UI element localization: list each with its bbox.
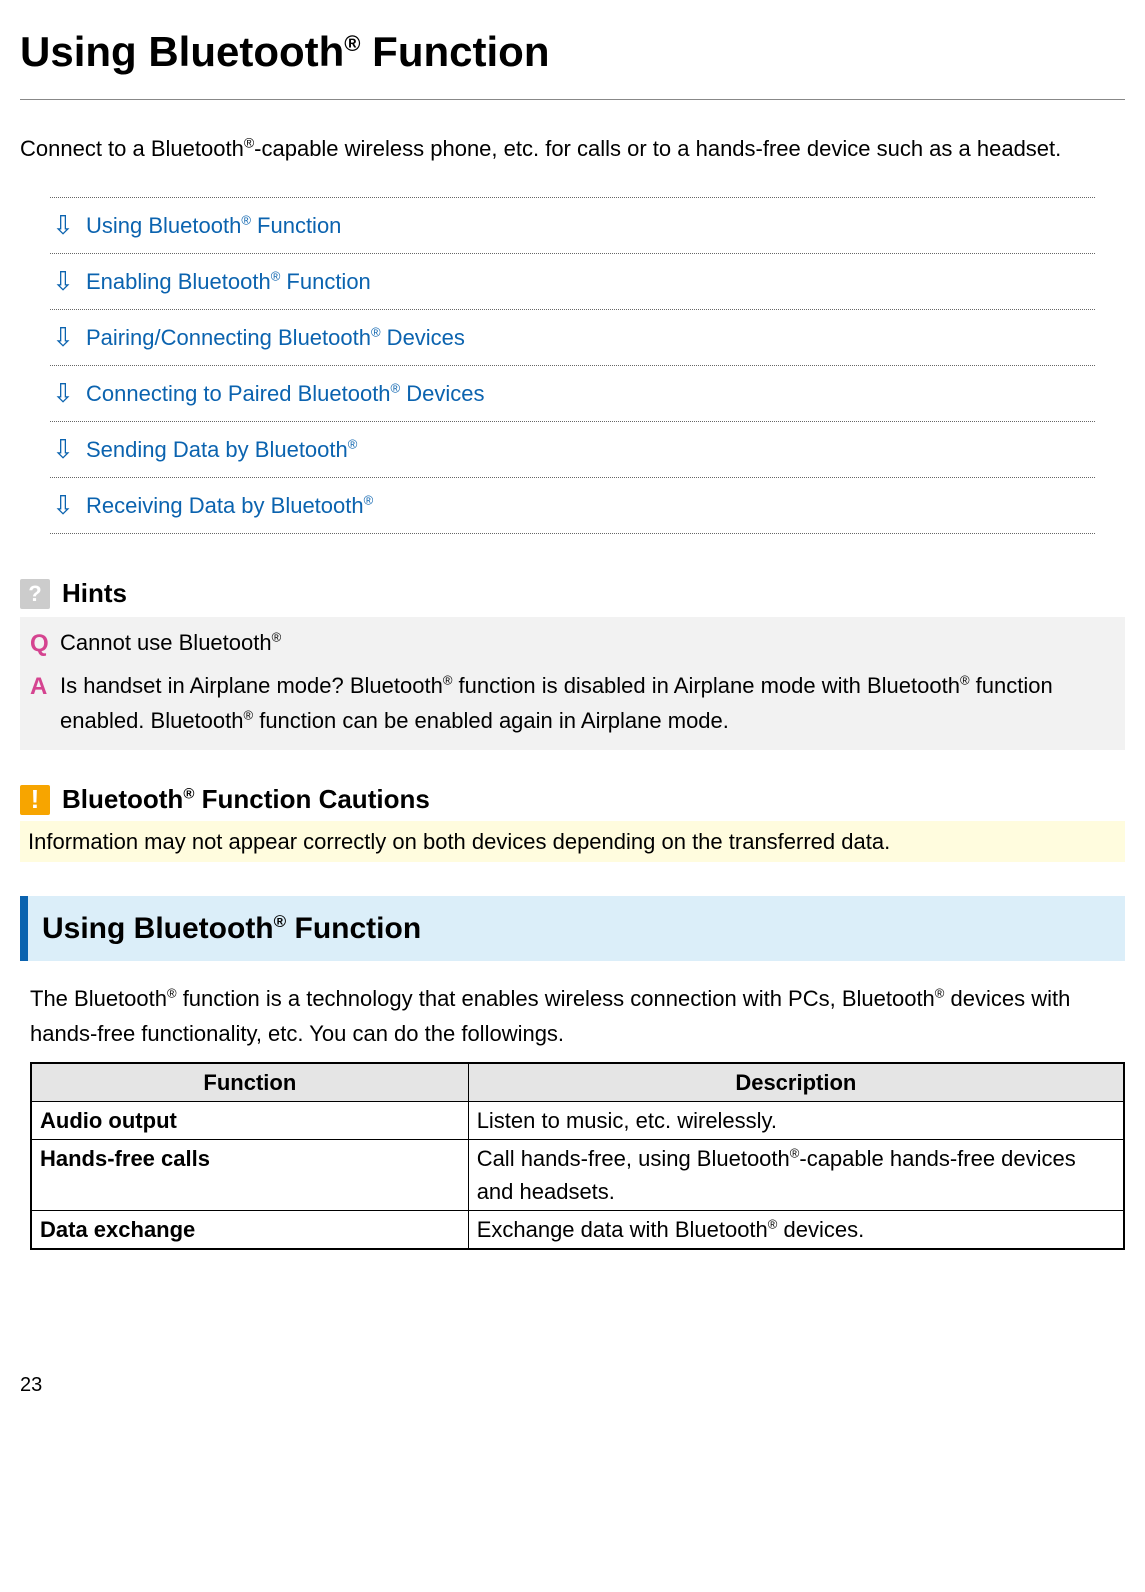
table-header-row: Function Description xyxy=(31,1063,1124,1102)
hints-title: Hints xyxy=(62,574,127,613)
cell-function: Hands-free calls xyxy=(31,1139,468,1210)
toc-link-label: Enabling Bluetooth® Function xyxy=(86,265,371,298)
toc: ⇩ Using Bluetooth® Function ⇩ Enabling B… xyxy=(50,197,1095,534)
intro-text: Connect to a Bluetooth®-capable wireless… xyxy=(20,130,1125,167)
caution-body: Information may not appear correctly on … xyxy=(20,821,1125,862)
hints-header: ? Hints xyxy=(20,574,1125,613)
hints-q-row: Q Cannot use Bluetooth® xyxy=(20,623,1125,665)
down-arrow-icon: ⇩ xyxy=(50,262,76,301)
down-arrow-icon: ⇩ xyxy=(50,206,76,245)
col-description: Description xyxy=(468,1063,1124,1102)
toc-item-using-bt[interactable]: ⇩ Using Bluetooth® Function xyxy=(50,197,1095,253)
toc-item-connecting-paired-bt[interactable]: ⇩ Connecting to Paired Bluetooth® Device… xyxy=(50,365,1095,421)
cell-description: Exchange data with Bluetooth® devices. xyxy=(468,1210,1124,1249)
toc-item-receiving-bt[interactable]: ⇩ Receiving Data by Bluetooth® xyxy=(50,477,1095,534)
a-text: Is handset in Airplane mode? Bluetooth® … xyxy=(60,668,1115,738)
caution-title: Bluetooth® Function Cautions xyxy=(62,780,430,819)
question-icon: ? xyxy=(20,579,50,609)
toc-item-enabling-bt[interactable]: ⇩ Enabling Bluetooth® Function xyxy=(50,253,1095,309)
section-heading: Using Bluetooth® Function xyxy=(20,896,1125,961)
section-body: The Bluetooth® function is a technology … xyxy=(30,981,1125,1051)
down-arrow-icon: ⇩ xyxy=(50,430,76,469)
page-title: Using Bluetooth® Function xyxy=(20,20,1125,100)
hints-box: Q Cannot use Bluetooth® A Is handset in … xyxy=(20,617,1125,750)
cell-description: Listen to music, etc. wirelessly. xyxy=(468,1101,1124,1139)
cell-description: Call hands-free, using Bluetooth®-capabl… xyxy=(468,1139,1124,1210)
down-arrow-icon: ⇩ xyxy=(50,486,76,525)
caution-header: ! Bluetooth® Function Cautions xyxy=(20,780,1125,819)
cell-function: Audio output xyxy=(31,1101,468,1139)
q-letter: Q xyxy=(30,625,60,663)
exclamation-icon: ! xyxy=(20,785,50,815)
col-function: Function xyxy=(31,1063,468,1102)
table-row: Audio output Listen to music, etc. wirel… xyxy=(31,1101,1124,1139)
down-arrow-icon: ⇩ xyxy=(50,318,76,357)
toc-link-label: Sending Data by Bluetooth® xyxy=(86,433,357,466)
down-arrow-icon: ⇩ xyxy=(50,374,76,413)
toc-item-pairing-bt[interactable]: ⇩ Pairing/Connecting Bluetooth® Devices xyxy=(50,309,1095,365)
cell-function: Data exchange xyxy=(31,1210,468,1249)
toc-link-label: Using Bluetooth® Function xyxy=(86,209,341,242)
table-row: Hands-free calls Call hands-free, using … xyxy=(31,1139,1124,1210)
toc-link-label: Connecting to Paired Bluetooth® Devices xyxy=(86,377,485,410)
toc-link-label: Pairing/Connecting Bluetooth® Devices xyxy=(86,321,465,354)
q-text: Cannot use Bluetooth® xyxy=(60,625,281,660)
a-letter: A xyxy=(30,668,60,706)
hints-a-row: A Is handset in Airplane mode? Bluetooth… xyxy=(20,666,1125,740)
page-number: 23 xyxy=(20,1370,1125,1400)
toc-item-sending-bt[interactable]: ⇩ Sending Data by Bluetooth® xyxy=(50,421,1095,477)
function-table: Function Description Audio output Listen… xyxy=(30,1062,1125,1250)
toc-link-label: Receiving Data by Bluetooth® xyxy=(86,489,373,522)
table-row: Data exchange Exchange data with Bluetoo… xyxy=(31,1210,1124,1249)
